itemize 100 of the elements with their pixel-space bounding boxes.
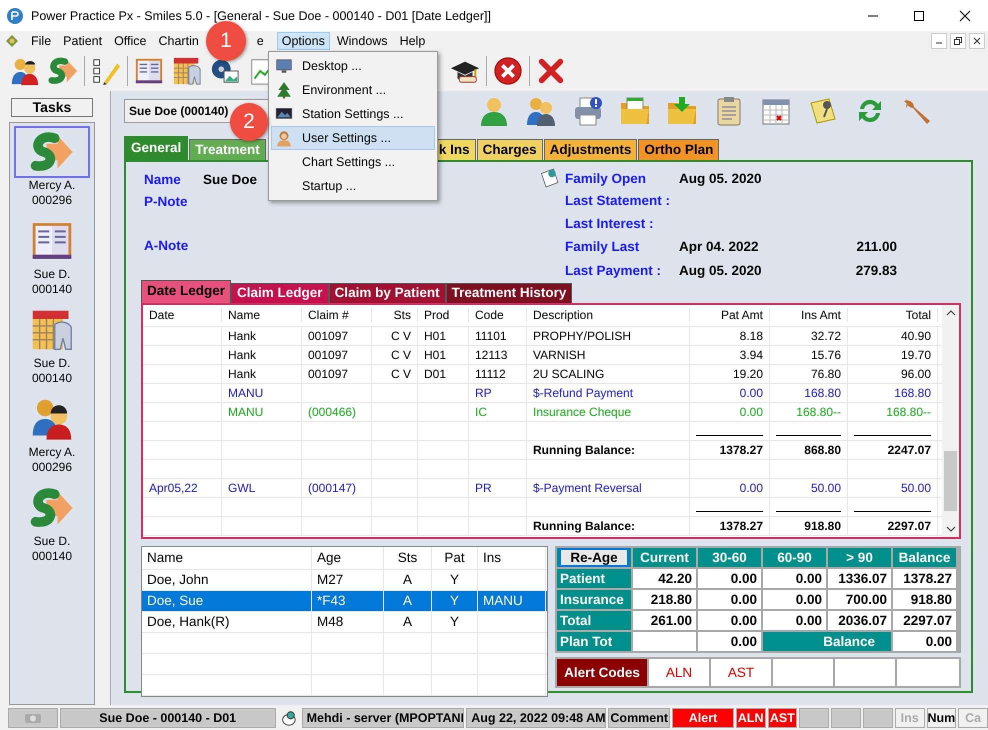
tab[interactable]: Claim Ledger (231, 282, 329, 302)
tab[interactable]: Ortho Plan (638, 139, 720, 160)
table-cell: 2U SCALING (533, 366, 604, 380)
table-cell: 918.80 (893, 590, 956, 608)
re-age-button[interactable]: Re-Age (559, 548, 629, 566)
column-header[interactable]: Age (312, 546, 384, 568)
column-header[interactable]: Ins (478, 546, 546, 568)
summary-date: Aug 05. 2020 (679, 170, 763, 186)
menu-item[interactable]: e (252, 32, 269, 50)
table-cell: Doe, John (147, 572, 209, 587)
scrollbar[interactable] (942, 304, 959, 536)
column-header[interactable]: Name (222, 308, 302, 322)
table-cell: 0.00 (763, 610, 826, 630)
column-header[interactable]: Date (143, 308, 222, 322)
table-row[interactable]: Doe, Sue *F43 A Y MANU (142, 590, 547, 612)
column-header[interactable]: Claim # (302, 308, 372, 322)
close-icon[interactable] (536, 56, 566, 86)
scroll-down-icon[interactable] (946, 524, 956, 532)
folder-icon[interactable] (619, 95, 651, 127)
close-button[interactable] (969, 33, 985, 49)
table-cell: 19.20 (732, 366, 763, 380)
menu-item[interactable]: File (26, 32, 56, 50)
table-cell: (000147) (308, 480, 356, 494)
menu-item[interactable]: User Settings ... (271, 126, 435, 150)
table-cell: Y (450, 572, 459, 587)
comment-button[interactable]: Comment (608, 708, 670, 728)
menu-item[interactable]: Patient (58, 32, 108, 50)
menu-item[interactable]: Options (276, 32, 330, 50)
column-header[interactable]: Description (527, 308, 690, 322)
table-cell: 0.00 (698, 590, 761, 608)
table-cell: D01 (424, 366, 446, 380)
tab[interactable]: Adjustments (544, 139, 638, 160)
table-cell: RP (475, 386, 492, 400)
underline-rule (696, 435, 763, 436)
table-cell: 001097 (308, 366, 348, 380)
menu-item[interactable]: Windows (332, 32, 393, 50)
column-header[interactable]: Total (848, 308, 938, 322)
tab[interactable]: Date Ledger (141, 280, 232, 302)
menu-item[interactable]: Chartin (154, 32, 204, 50)
column-header[interactable]: Sts (372, 308, 418, 322)
chart-icon[interactable] (172, 56, 202, 86)
table-cell: 50.00 (900, 480, 931, 494)
table-cell: C V (390, 348, 411, 362)
column-header: Current (633, 548, 696, 566)
alert-code-slot (773, 658, 833, 686)
column-header[interactable]: Pat Amt (690, 308, 770, 322)
table-cell: MANU (228, 386, 264, 400)
table-row[interactable]: Doe, Hank(R) M48 A Y (142, 612, 547, 632)
summary-label: Last Payment : (565, 263, 662, 278)
table-cell: 50.00 (810, 480, 841, 494)
people-icon[interactable] (10, 56, 40, 86)
scroll-up-icon[interactable] (946, 308, 956, 316)
table-cell: 12113 (475, 348, 508, 362)
menu-item[interactable]: Startup ... (271, 174, 435, 198)
menu-item[interactable]: Station Settings ... (271, 102, 435, 126)
column-header[interactable]: Pat (432, 546, 478, 568)
task-patient-name: Sue D. (34, 356, 70, 371)
scroll-thumb[interactable] (944, 450, 957, 510)
menu-item[interactable]: Desktop ... (271, 54, 435, 78)
table-cell: IC (475, 404, 487, 418)
printer-icon[interactable] (572, 95, 604, 127)
close-icon[interactable] (493, 56, 523, 86)
tab[interactable]: General (124, 136, 188, 160)
menu-item[interactable]: Office (109, 32, 152, 50)
column-header[interactable]: Code (469, 308, 527, 322)
table-cell: 2036.07 (828, 610, 891, 630)
restore-button[interactable] (950, 33, 966, 49)
column-header[interactable]: Sts (384, 546, 432, 568)
table-cell: 15.76 (810, 348, 841, 362)
minimize-button[interactable] (931, 33, 947, 49)
menu-item[interactable]: Environment ... (271, 78, 435, 102)
tab[interactable]: Treatment History (446, 282, 572, 302)
app-menu-icon[interactable] (4, 34, 20, 48)
table-cell: 1378.27 (893, 568, 956, 588)
table-cell: 168.80-- (796, 404, 841, 418)
underline-rule (696, 511, 763, 512)
column-header[interactable]: Name (142, 546, 312, 568)
column-header[interactable]: Prod (418, 308, 469, 322)
table-cell: Y (450, 593, 459, 608)
menu-item[interactable]: Chart Settings ... (271, 150, 435, 174)
table-cell: 1378.27 (720, 518, 763, 532)
table-cell: A (402, 572, 412, 587)
alert-indicator[interactable]: Alert (672, 708, 734, 728)
alert-code: ALN (736, 708, 766, 728)
status-panel (831, 708, 861, 728)
table-cell: Running Balance: (533, 518, 636, 532)
column-header[interactable]: Ins Amt (770, 308, 848, 322)
key-indicator: Ins (894, 708, 924, 728)
person-icon[interactable] (478, 95, 510, 127)
tab[interactable]: Charges (476, 139, 543, 160)
tab[interactable]: Claim by Patient (328, 282, 446, 302)
payment-icon[interactable] (48, 56, 78, 86)
ledger-icon[interactable] (134, 56, 164, 86)
status-panel (799, 708, 830, 728)
table-cell: H01 (424, 328, 446, 342)
table-cell: 42.20 (633, 568, 696, 588)
table-cell: 8.18 (740, 328, 763, 342)
menu-item[interactable]: Help (394, 32, 430, 50)
table-cell: 0.00 (763, 568, 826, 588)
table-cell: 001097 (308, 348, 348, 362)
